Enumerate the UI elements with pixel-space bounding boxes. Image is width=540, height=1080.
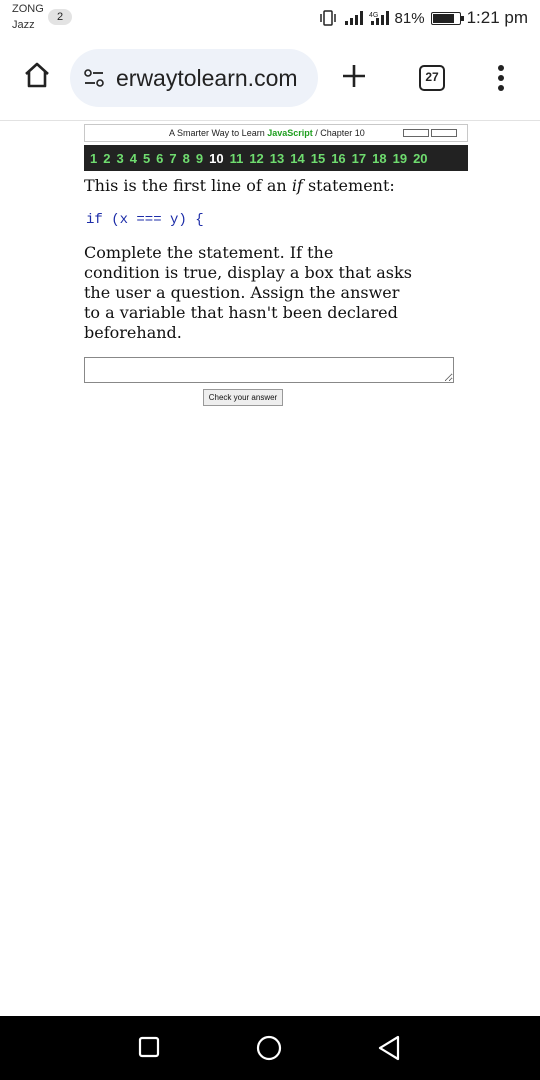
exercise-link[interactable]: 5	[143, 151, 150, 166]
browser-toolbar: erwaytolearn.com 27	[0, 44, 540, 110]
exercise-link[interactable]: 13	[270, 151, 284, 166]
tab-switcher-button[interactable]: 27	[419, 65, 445, 91]
answer-input[interactable]	[84, 357, 454, 383]
exercise-nav: 1 2 3 4 5 6 7 8 9 10 11 12 13 14 15 16 17 18 19 20	[84, 145, 468, 171]
code-sample: if (x === y) {	[86, 212, 204, 228]
exercise-link[interactable]: 16	[331, 151, 345, 166]
url-text[interactable]: erwaytolearn.com	[116, 65, 298, 92]
exercise-link[interactable]: 14	[290, 151, 304, 166]
exercise-intro: This is the first line of an if statemen…	[84, 176, 395, 195]
exercise-link[interactable]: 19	[393, 151, 407, 166]
intro-text-after: statement:	[302, 176, 395, 195]
exercise-instructions: Complete the statement. If the condition…	[84, 243, 412, 342]
signal-icon	[344, 11, 363, 25]
plus-icon[interactable]	[340, 62, 368, 90]
intro-text-before: This is the first line of an	[84, 176, 292, 195]
exercise-link[interactable]: 2	[103, 151, 110, 166]
exercise-link[interactable]: 9	[196, 151, 203, 166]
book-header: A Smarter Way to Learn JavaScript / Chap…	[84, 124, 468, 142]
more-vert-icon[interactable]	[496, 64, 506, 92]
battery-icon	[430, 11, 464, 25]
intro-keyword: if	[291, 176, 303, 195]
vibrate-icon	[319, 10, 336, 26]
sim-badge: 2	[48, 9, 72, 25]
exercise-link[interactable]: 10	[209, 151, 223, 166]
square-icon[interactable]	[138, 1036, 160, 1058]
circle-icon[interactable]	[256, 1035, 282, 1061]
book-title-prefix: A Smarter Way to Learn	[169, 128, 268, 138]
exercise-link[interactable]: 12	[249, 151, 263, 166]
carrier-secondary: Jazz	[12, 19, 35, 31]
exercise-link[interactable]: 11	[230, 151, 244, 166]
progress-box	[403, 129, 429, 137]
site-settings-icon[interactable]	[84, 69, 104, 87]
book-title-language[interactable]: JavaScript	[267, 128, 313, 138]
exercise-link[interactable]: 8	[183, 151, 190, 166]
exercise-link[interactable]: 20	[413, 151, 427, 166]
battery-fill	[432, 13, 454, 23]
exercise-link[interactable]: 7	[169, 151, 176, 166]
carrier-primary: ZONG	[12, 3, 44, 15]
exercise-link[interactable]: 1	[90, 151, 97, 166]
exercise-link[interactable]: 3	[116, 151, 123, 166]
toolbar-divider	[0, 120, 540, 121]
address-bar[interactable]: erwaytolearn.com	[70, 49, 318, 107]
exercise-link[interactable]: 6	[156, 151, 163, 166]
book-title: A Smarter Way to Learn JavaScript / Chap…	[169, 128, 365, 138]
clock: 1:21 pm	[466, 8, 528, 27]
exercise-link[interactable]: 4	[130, 151, 137, 166]
exercise-link[interactable]: 18	[372, 151, 386, 166]
battery-percent: 81%	[394, 9, 425, 27]
exercise-link[interactable]: 17	[352, 151, 366, 166]
chapter-label: / Chapter 10	[312, 128, 365, 138]
progress-box	[431, 129, 457, 137]
status-bar: ZONG Jazz 2 4G 81% 1:21 pm	[0, 0, 540, 40]
exercise-link[interactable]: 15	[311, 151, 325, 166]
home-icon[interactable]	[22, 60, 52, 90]
network-label: 4G	[369, 12, 378, 19]
battery-tip	[460, 15, 464, 21]
triangle-back-icon[interactable]	[376, 1034, 402, 1062]
status-indicators: 4G 81% 1:21 pm	[319, 8, 528, 28]
system-nav-bar	[0, 1016, 540, 1080]
check-answer-button[interactable]: Check your answer	[203, 389, 283, 406]
signal-4g-icon: 4G	[369, 11, 389, 25]
